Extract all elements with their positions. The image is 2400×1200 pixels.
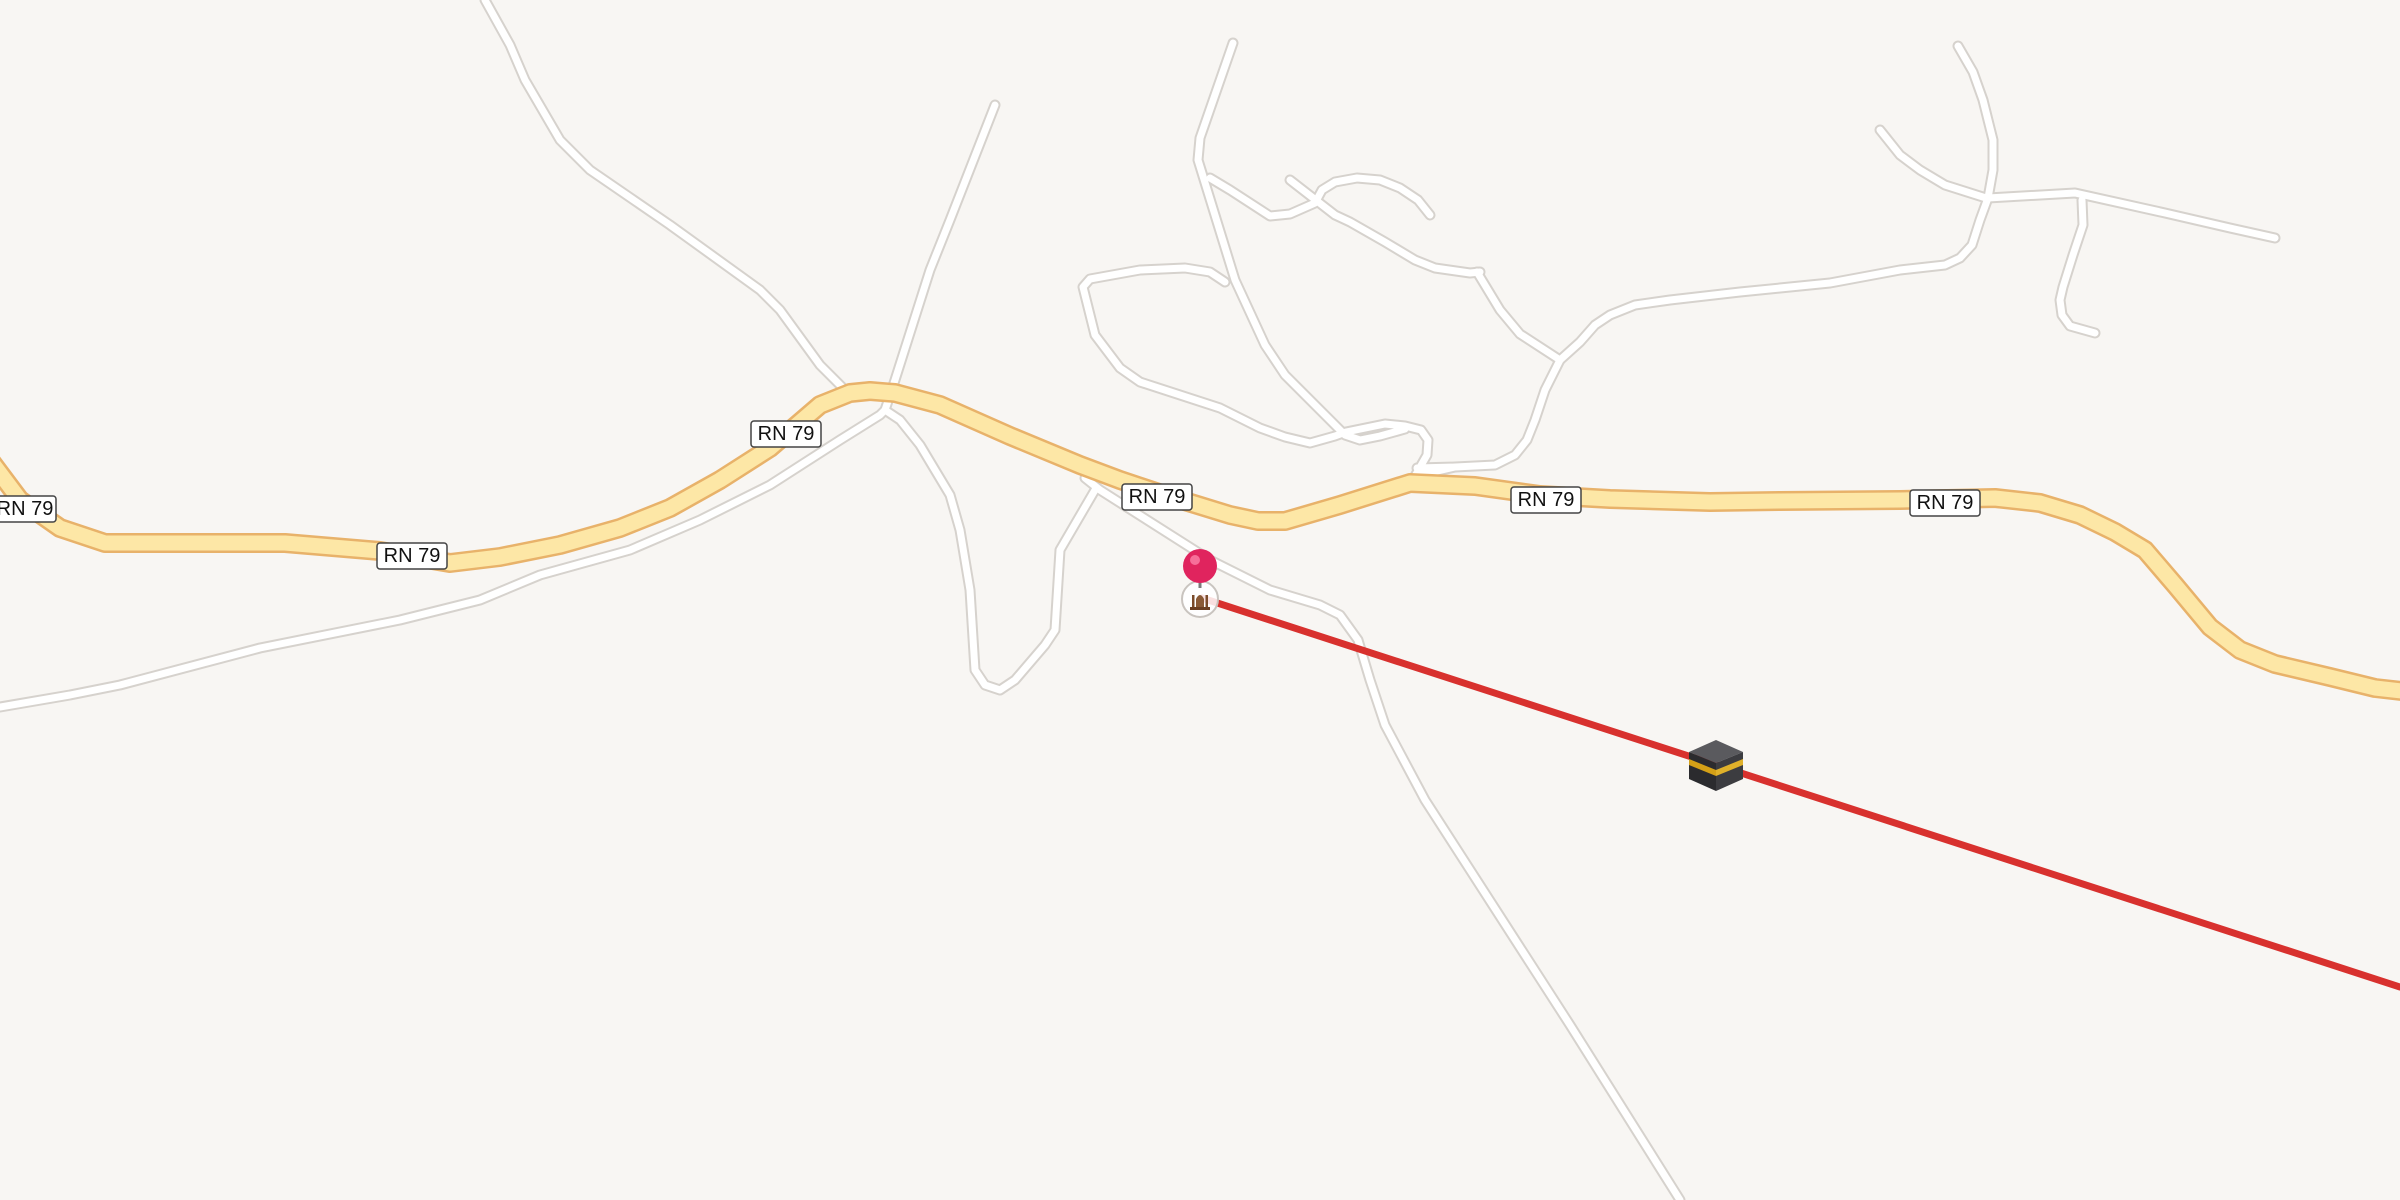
road-shield: RN 79	[0, 495, 57, 523]
road-shield: RN 79	[376, 542, 448, 570]
road-shield: RN 79	[1909, 489, 1981, 517]
road-shield-label: RN 79	[384, 545, 441, 567]
road-shield-label: RN 79	[1917, 492, 1974, 514]
road-shield: RN 79	[1510, 486, 1582, 514]
road-shield-label: RN 79	[1518, 489, 1575, 511]
road-shield-label: RN 79	[1129, 486, 1186, 508]
road-shield-label: RN 79	[0, 498, 53, 520]
road-shield: RN 79	[750, 420, 822, 448]
map-canvas[interactable]: RN 79 RN 79 RN 79 RN 79 RN 79 RN 79	[0, 0, 2400, 1200]
road-shield-label: RN 79	[758, 423, 815, 445]
road-shield: RN 79	[1121, 483, 1193, 511]
